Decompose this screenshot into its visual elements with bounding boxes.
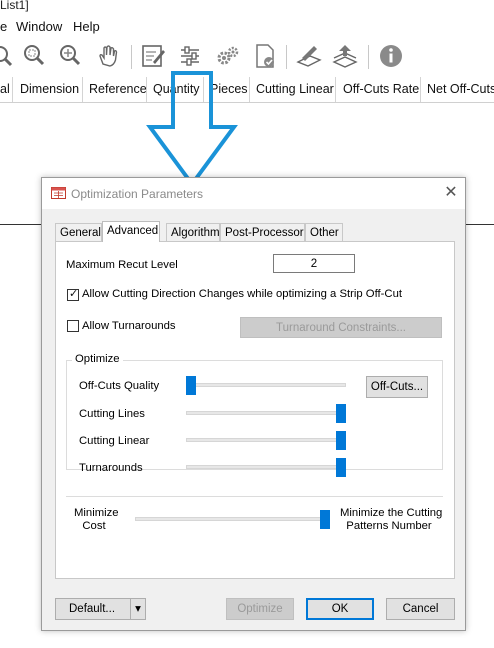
minimize-cost-label-line-1: Minimize — [74, 507, 119, 519]
allow-turnarounds-label: Allow Turnarounds — [82, 320, 176, 332]
menu-item-window[interactable]: Window — [16, 19, 62, 34]
slider-label-offcuts-quality: Off-Cuts Quality — [79, 380, 160, 392]
verify-document-icon[interactable] — [251, 42, 279, 70]
turnarounds-slider-thumb[interactable] — [336, 458, 346, 477]
dialog-close-icon[interactable]: ✕ — [440, 182, 462, 204]
allow-direction-changes-checkbox[interactable]: ✓ — [67, 288, 79, 301]
column-header-cutting-linear[interactable]: Cutting Linear — [250, 77, 336, 102]
menu-item-edit[interactable]: e — [0, 19, 7, 34]
turnarounds-slider-track[interactable] — [186, 465, 346, 469]
cutting-linear-slider-thumb[interactable] — [336, 431, 346, 450]
slider-label-cutting-lines: Cutting Lines — [79, 408, 145, 420]
menu-item-help[interactable]: Help — [73, 19, 100, 34]
cost-patterns-slider-track[interactable] — [135, 517, 326, 521]
minimize-cost-label-line-2: Cost — [82, 520, 106, 532]
tab-post-processor[interactable]: Post-Processor — [220, 223, 305, 241]
minimize-patterns-label-line-2: Patterns Number — [346, 520, 432, 532]
max-recut-input[interactable]: 2 — [273, 254, 355, 273]
turnaround-constraints-button[interactable]: Turnaround Constraints... — [240, 317, 442, 338]
advanced-tab-panel: Maximum Recut Level 2 ✓ Allow Cutting Di… — [55, 241, 455, 579]
dialog-app-icon — [51, 187, 66, 199]
cutting-linear-slider-track[interactable] — [186, 438, 346, 442]
edit-document-icon[interactable] — [139, 42, 167, 70]
column-header-row: al Dimension Reference Quantity Pieces C… — [0, 77, 494, 103]
pan-hand-icon[interactable] — [94, 42, 122, 70]
slider-label-cutting-linear: Cutting Linear — [79, 435, 150, 447]
default-dropdown-chevron-down-icon[interactable]: ▾ — [130, 598, 146, 620]
column-header-reference[interactable]: Reference — [83, 77, 147, 102]
optimize-button[interactable]: Optimize — [226, 598, 294, 620]
cutting-list-icon[interactable] — [294, 42, 322, 70]
column-header-net-offcuts[interactable]: Net Off-Cuts — [421, 77, 494, 102]
annotation-down-arrow-icon — [146, 71, 238, 188]
checkmark-icon: ✓ — [69, 288, 79, 300]
group-divider — [66, 496, 443, 497]
sliders-settings-icon[interactable] — [176, 42, 204, 70]
optimization-parameters-dialog: Optimization Parameters ✕ General Advanc… — [41, 177, 466, 631]
offcuts-quality-slider-track[interactable] — [186, 383, 346, 387]
zoom-in-icon[interactable] — [0, 42, 14, 70]
minimize-patterns-label-line-1: Minimize the Cutting — [340, 507, 443, 519]
column-header-offcuts-rate[interactable]: Off-Cuts Rate — [336, 77, 421, 102]
menu-bar: e Window Help — [0, 17, 494, 37]
column-header-material[interactable]: al — [0, 77, 13, 102]
offcuts-button[interactable]: Off-Cuts... — [366, 376, 428, 398]
slider-label-turnarounds: Turnarounds — [79, 462, 143, 474]
column-header-dimension[interactable]: Dimension — [13, 77, 83, 102]
allow-turnarounds-checkbox[interactable] — [67, 320, 79, 332]
dialog-title: Optimization Parameters — [71, 187, 204, 201]
max-recut-label: Maximum Recut Level — [66, 259, 178, 271]
cutting-lines-slider-thumb[interactable] — [336, 404, 346, 423]
toolbar — [0, 37, 494, 78]
toolbar-separator — [368, 45, 369, 69]
tab-general[interactable]: General — [55, 223, 102, 241]
cutting-lines-slider-track[interactable] — [186, 411, 346, 415]
default-button[interactable]: Default... — [55, 598, 131, 620]
zoom-fit-icon[interactable] — [20, 42, 48, 70]
offcuts-quality-slider-thumb[interactable] — [186, 376, 196, 395]
toolbar-separator — [131, 45, 132, 69]
tab-other[interactable]: Other — [305, 223, 343, 241]
info-icon[interactable] — [377, 42, 405, 70]
cancel-button[interactable]: Cancel — [386, 598, 455, 620]
tab-advanced[interactable]: Advanced — [102, 221, 160, 242]
window-title-fragment: List1] — [0, 0, 29, 12]
tab-algorithm[interactable]: Algorithm — [166, 223, 220, 241]
optimize-group-title: Optimize — [72, 353, 123, 365]
toolbar-separator — [286, 45, 287, 69]
gears-icon[interactable] — [214, 42, 242, 70]
cost-patterns-slider-thumb[interactable] — [320, 510, 330, 529]
zoom-extents-icon[interactable] — [56, 42, 84, 70]
allow-direction-changes-label: Allow Cutting Direction Changes while op… — [82, 288, 403, 300]
ok-button[interactable]: OK — [306, 598, 374, 620]
stack-export-icon[interactable] — [331, 42, 359, 70]
